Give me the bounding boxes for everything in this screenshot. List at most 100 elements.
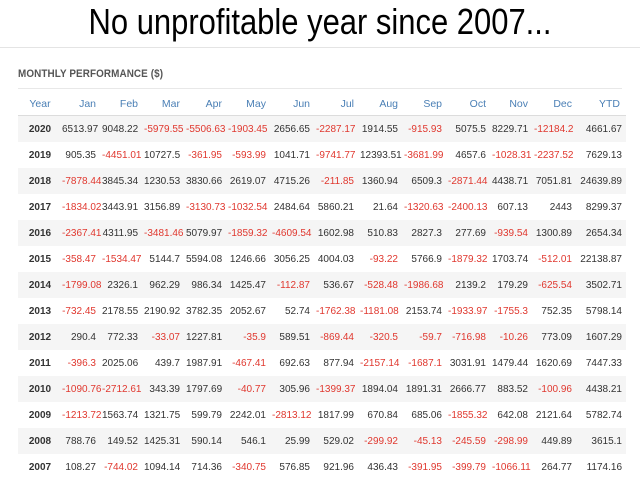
month-value-cell: 12393.51 xyxy=(360,142,404,168)
month-value-cell: -10.26 xyxy=(492,324,534,350)
column-header-jul[interactable]: Jul xyxy=(316,92,360,116)
month-value-cell: -93.22 xyxy=(360,246,404,272)
month-value-cell: 108.27 xyxy=(62,454,102,480)
month-value-cell: 589.51 xyxy=(272,324,316,350)
month-value-cell: 6509.3 xyxy=(404,168,448,194)
month-value-cell: 1094.14 xyxy=(144,454,186,480)
month-value-cell: -4451.01 xyxy=(102,142,144,168)
month-value-cell: -869.44 xyxy=(316,324,360,350)
year-cell: 2011 xyxy=(18,350,62,376)
month-value-cell: -1534.47 xyxy=(102,246,144,272)
column-header-year[interactable]: Year xyxy=(18,92,62,116)
month-value-cell: -1879.32 xyxy=(448,246,492,272)
month-value-cell: -939.54 xyxy=(492,220,534,246)
month-value-cell: 1425.47 xyxy=(228,272,272,298)
month-value-cell: 986.34 xyxy=(186,272,228,298)
month-value-cell: 3845.34 xyxy=(102,168,144,194)
column-header-oct[interactable]: Oct xyxy=(448,92,492,116)
monthly-performance-panel: MONTHLY PERFORMANCE ($) Year Jan Feb Mar xyxy=(0,47,640,481)
month-value-cell: 277.69 xyxy=(448,220,492,246)
month-value-cell: 149.52 xyxy=(102,428,144,454)
month-value-cell: 1891.31 xyxy=(404,376,448,402)
month-value-cell: -1032.54 xyxy=(228,194,272,220)
divider xyxy=(18,88,622,89)
month-value-cell: 670.84 xyxy=(360,402,404,428)
month-value-cell: 3056.25 xyxy=(272,246,316,272)
year-cell: 2017 xyxy=(18,194,62,220)
month-value-cell: -732.45 xyxy=(62,298,102,324)
month-value-cell: 2139.2 xyxy=(448,272,492,298)
month-value-cell: 772.33 xyxy=(102,324,144,350)
month-value-cell: -2813.12 xyxy=(272,402,316,428)
month-value-cell: 9048.22 xyxy=(102,115,144,142)
column-header-aug[interactable]: Aug xyxy=(360,92,404,116)
month-value-cell: 5594.08 xyxy=(186,246,228,272)
column-header-jun[interactable]: Jun xyxy=(272,92,316,116)
year-cell: 2012 xyxy=(18,324,62,350)
year-cell: 2008 xyxy=(18,428,62,454)
month-value-cell: 905.35 xyxy=(62,142,102,168)
column-header-apr[interactable]: Apr xyxy=(186,92,228,116)
table-row: 2010 -1090.76 -2712.61 343.39 1797.69 -40.77 3… xyxy=(18,376,626,402)
year-cell: 2015 xyxy=(18,246,62,272)
month-value-cell: 10727.5 xyxy=(144,142,186,168)
month-value-cell: 692.63 xyxy=(272,350,316,376)
month-value-cell: 883.52 xyxy=(492,376,534,402)
column-header-jan[interactable]: Jan xyxy=(62,92,102,116)
month-value-cell: -3681.99 xyxy=(404,142,448,168)
table-row: 2009 -1213.72 1563.74 1321.75 599.79 2242.01-… xyxy=(18,402,626,428)
month-value-cell: 1563.74 xyxy=(102,402,144,428)
column-header-may[interactable]: May xyxy=(228,92,272,116)
column-header-ytd[interactable]: YTD xyxy=(578,92,626,116)
column-header-dec[interactable]: Dec xyxy=(534,92,578,116)
month-value-cell: 1479.44 xyxy=(492,350,534,376)
month-value-cell: 3031.91 xyxy=(448,350,492,376)
table-row: 2013 -732.45 2178.55 2190.92 3782.35 2052.67 5… xyxy=(18,298,626,324)
month-value-cell: -396.3 xyxy=(62,350,102,376)
month-value-cell: -2237.52 xyxy=(534,142,578,168)
year-cell: 2020 xyxy=(18,115,62,142)
column-header-sep[interactable]: Sep xyxy=(404,92,448,116)
month-value-cell: 439.7 xyxy=(144,350,186,376)
month-value-cell: 343.39 xyxy=(144,376,186,402)
month-value-cell: 1227.81 xyxy=(186,324,228,350)
month-value-cell: 305.96 xyxy=(272,376,316,402)
month-value-cell: -1066.11 xyxy=(492,454,534,480)
section-title: MONTHLY PERFORMANCE ($) xyxy=(18,68,164,80)
column-header-feb[interactable]: Feb xyxy=(102,92,144,116)
month-value-cell: -744.02 xyxy=(102,454,144,480)
month-value-cell: 2190.92 xyxy=(144,298,186,324)
month-value-cell: -5979.55 xyxy=(144,115,186,142)
month-value-cell: 576.85 xyxy=(272,454,316,480)
month-value-cell: -1859.32 xyxy=(228,220,272,246)
month-value-cell: 2443 xyxy=(534,194,578,220)
month-value-cell: -467.41 xyxy=(228,350,272,376)
month-value-cell: -2712.61 xyxy=(102,376,144,402)
month-value-cell: -7878.44 xyxy=(62,168,102,194)
month-value-cell: 599.79 xyxy=(186,402,228,428)
month-value-cell: -1762.38 xyxy=(316,298,360,324)
month-value-cell: 1230.53 xyxy=(144,168,186,194)
year-cell: 2018 xyxy=(18,168,62,194)
month-value-cell: -2367.41 xyxy=(62,220,102,246)
month-value-cell: 529.02 xyxy=(316,428,360,454)
month-value-cell: 2025.06 xyxy=(102,350,144,376)
month-value-cell: 5144.7 xyxy=(144,246,186,272)
column-header-mar[interactable]: Mar xyxy=(144,92,186,116)
month-value-cell: 1425.31 xyxy=(144,428,186,454)
month-value-cell: 546.1 xyxy=(228,428,272,454)
month-value-cell: -59.7 xyxy=(404,324,448,350)
month-value-cell: 962.29 xyxy=(144,272,186,298)
month-value-cell: 2326.1 xyxy=(102,272,144,298)
month-value-cell: -915.93 xyxy=(404,115,448,142)
month-value-cell: 290.4 xyxy=(62,324,102,350)
table-row: 2011 -396.3 2025.06 439.7 1987.91 -467.41 692.… xyxy=(18,350,626,376)
column-header-nov[interactable]: Nov xyxy=(492,92,534,116)
ytd-cell: 24639.89 xyxy=(578,168,626,194)
month-value-cell: -2400.13 xyxy=(448,194,492,220)
month-value-cell: 1987.91 xyxy=(186,350,228,376)
month-value-cell: 2153.74 xyxy=(404,298,448,324)
month-value-cell: -298.99 xyxy=(492,428,534,454)
month-value-cell: 2484.64 xyxy=(272,194,316,220)
table-row: 2007 108.27 -744.02 1094.14 714.36 -340.75 576… xyxy=(18,454,626,480)
